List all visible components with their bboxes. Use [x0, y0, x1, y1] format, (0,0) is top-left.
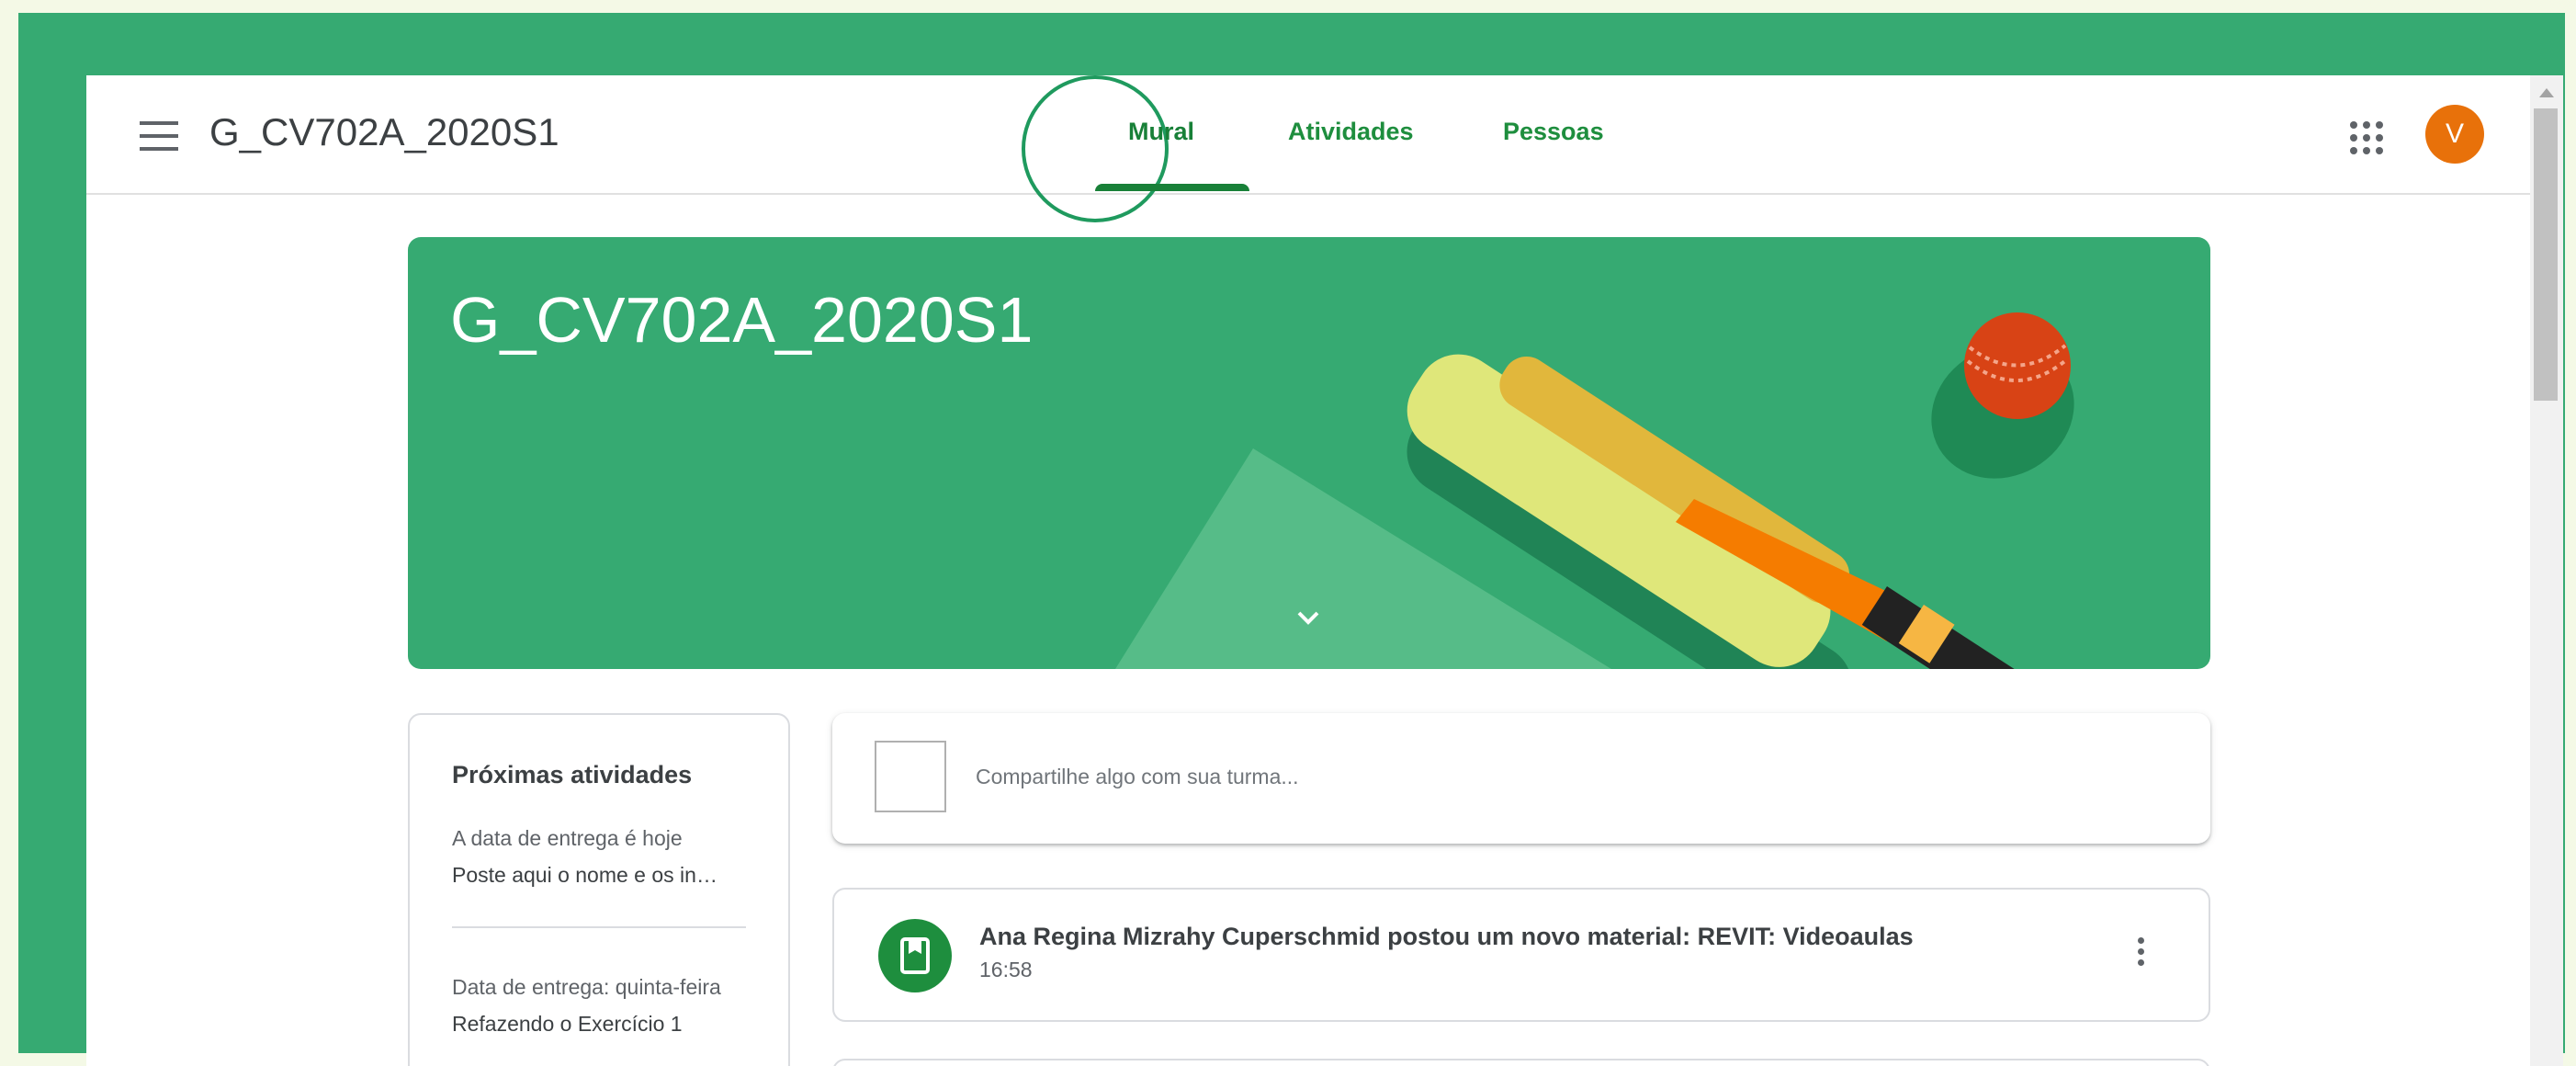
hamburger-menu-icon[interactable]	[140, 121, 178, 153]
upcoming-title: Próximas atividades	[452, 761, 693, 788]
post-time: 16:58	[979, 958, 1033, 981]
class-banner: G_CV702A_2020S1	[408, 237, 2210, 669]
window-frame: G_CV702A_2020S1 Mural Atividades Pessoas…	[18, 13, 2565, 1066]
tab-atividades[interactable]: Atividades	[1288, 118, 1414, 146]
share-box[interactable]: Compartilhe algo com sua turma...	[832, 713, 2210, 844]
stream-post[interactable]	[832, 1059, 2210, 1066]
broken-avatar-image	[875, 741, 946, 812]
top-app-bar: G_CV702A_2020S1 Mural Atividades Pessoas…	[86, 75, 2530, 222]
highlight-circle-annotation	[1022, 75, 1169, 222]
vertical-scrollbar[interactable]	[2530, 75, 2563, 1066]
scroll-thumb[interactable]	[2534, 108, 2558, 401]
tab-mural[interactable]: Mural	[1128, 118, 1194, 146]
upcoming-link[interactable]: Refazendo o Exercício 1	[452, 1005, 746, 1042]
more-vert-icon[interactable]	[2135, 937, 2146, 972]
account-avatar[interactable]: V	[2425, 105, 2484, 164]
classroom-app: G_CV702A_2020S1 Mural Atividades Pessoas…	[86, 75, 2563, 1066]
upcoming-item: A data de entrega é hoje Poste aqui o no…	[452, 820, 746, 893]
class-title[interactable]: G_CV702A_2020S1	[209, 110, 559, 154]
post-title[interactable]: Ana Regina Mizrahy Cuperschmid postou um…	[979, 923, 1914, 951]
tab-pessoas[interactable]: Pessoas	[1503, 118, 1604, 146]
upcoming-due: A data de entrega é hoje	[452, 826, 683, 850]
divider	[452, 926, 746, 928]
upcoming-work-card: Próximas atividades A data de entrega é …	[408, 713, 790, 1066]
share-input[interactable]: Compartilhe algo com sua turma...	[976, 765, 1299, 789]
google-apps-icon[interactable]	[2350, 121, 2383, 154]
active-tab-indicator	[1095, 184, 1249, 191]
upcoming-due: Data de entrega: quinta-feira	[452, 975, 721, 999]
chevron-down-icon[interactable]	[1295, 605, 1321, 630]
stream-post[interactable]: Ana Regina Mizrahy Cuperschmid postou um…	[832, 888, 2210, 1022]
upcoming-link[interactable]: Poste aqui o nome e os in…	[452, 856, 746, 893]
material-book-icon	[878, 919, 952, 992]
scroll-up-arrow-icon[interactable]	[2539, 88, 2554, 97]
banner-class-title: G_CV702A_2020S1	[450, 284, 1034, 356]
upcoming-item: Data de entrega: quinta-feira Refazendo …	[452, 969, 746, 1042]
